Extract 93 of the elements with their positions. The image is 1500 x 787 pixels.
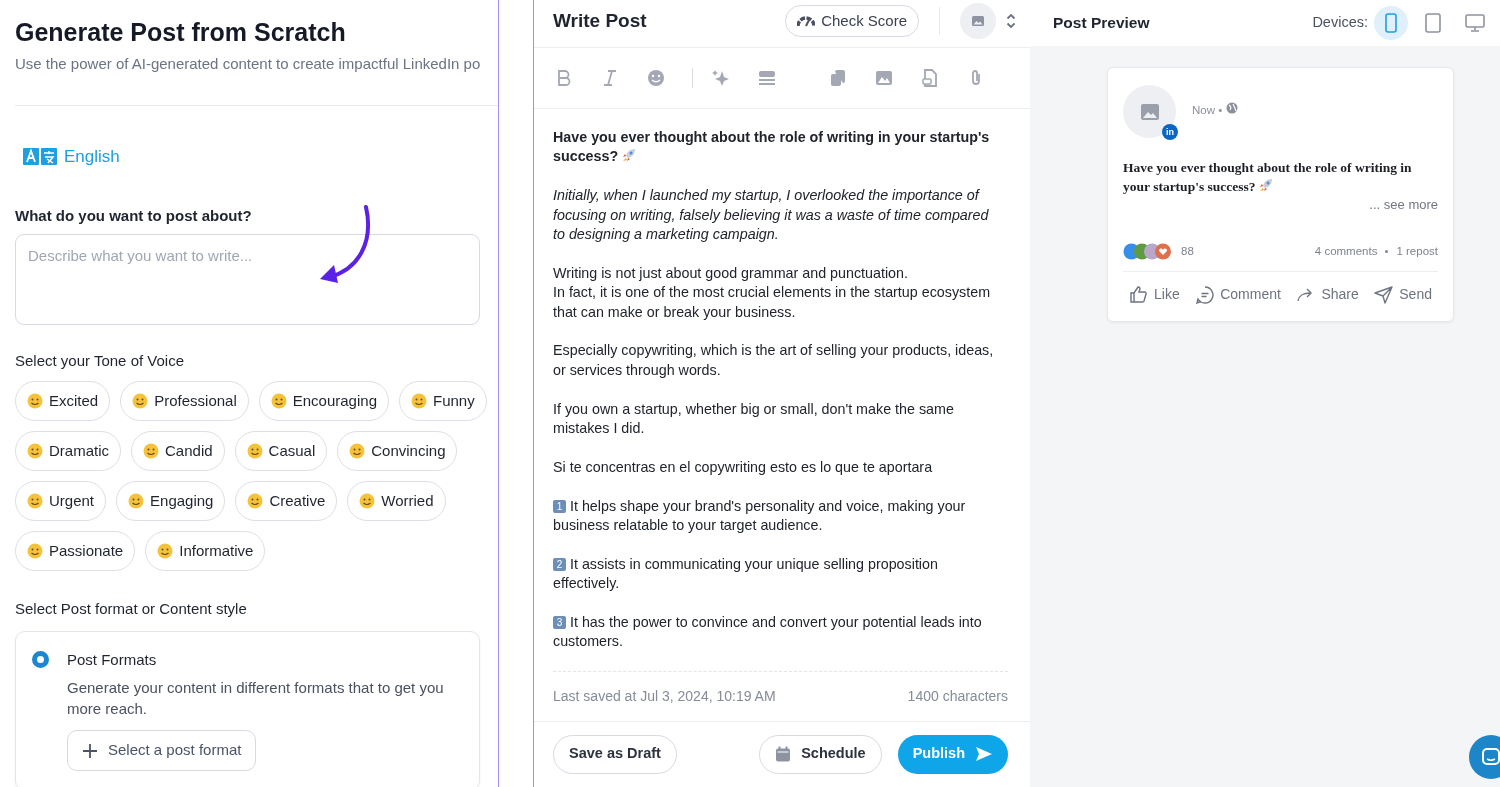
comments-count: 4 comments <box>1314 243 1378 259</box>
plus-icon <box>82 742 98 759</box>
calendar-icon <box>775 746 792 763</box>
list-number: 1 <box>553 499 566 513</box>
save-draft-button[interactable]: Save as Draft <box>553 734 677 774</box>
emoji-icon <box>359 493 376 509</box>
panel-title: Post Preview <box>1053 13 1150 34</box>
image-icon <box>1140 103 1159 120</box>
emoji-icon <box>411 393 427 409</box>
list-number: 3 <box>553 615 566 629</box>
tone-chip[interactable]: Urgent <box>15 481 107 521</box>
page-subtitle: Use the power of AI-generated content to create impactful LinkedIn po <box>15 54 482 74</box>
post-paragraph: Especially copywriting, which is the art of selling your products, ideas, or services through words. <box>553 341 995 380</box>
post-paragraph: Si te concentras en el copywriting esto es lo que te aportara <box>553 457 934 477</box>
tone-chip[interactable]: Casual <box>234 431 328 471</box>
emoji-icon <box>128 493 145 509</box>
tone-chip[interactable]: Convincing <box>337 431 458 471</box>
list-number: 2 <box>553 557 566 571</box>
topic-input[interactable]: Describe what you want to write... <box>15 233 480 325</box>
emoji-icon <box>27 493 43 509</box>
tablet-icon <box>1423 13 1443 33</box>
reactions-icon <box>1123 242 1173 260</box>
emoji-icon <box>143 443 159 459</box>
device-toggle[interactable] <box>1374 6 1408 40</box>
network-badge: in <box>1162 124 1178 140</box>
translate-icon <box>23 147 57 165</box>
emoji-icon <box>27 443 43 459</box>
post-action-button[interactable]: Comment <box>1195 279 1281 309</box>
dot-icon <box>1385 249 1389 253</box>
reactions-count: 88 <box>1181 243 1194 259</box>
copy-icon[interactable] <box>828 67 848 88</box>
tone-chip[interactable]: Dramatic <box>15 431 121 471</box>
field-label: What do you want to post about? <box>15 206 253 226</box>
tone-chip[interactable]: Candid <box>131 431 225 471</box>
character-count: 1400 characters <box>907 686 1008 706</box>
emoji-icon <box>27 393 43 409</box>
post-paragraph: Initially, when I launched my startup, I overlooked the importance of focusing on writing, falsely believing it was a waste of time compared to designing a marketing campaign. <box>553 186 990 244</box>
panel-title: Write Post <box>553 8 647 33</box>
tone-chip[interactable]: Creative <box>235 481 338 521</box>
devices-label: Devices: <box>1312 13 1368 33</box>
post-paragraph: 3 It has the power to convince and convert your potential leads into customers. <box>553 612 983 652</box>
emoji-icon <box>157 543 174 559</box>
emoji-icon <box>132 393 149 409</box>
thumbs-up-icon <box>1129 284 1148 304</box>
account-avatar[interactable] <box>960 2 996 39</box>
option-description: Generate your content in different formats that to get you more reach. <box>67 678 445 719</box>
post-action-button[interactable]: Like <box>1129 279 1180 309</box>
tone-chip[interactable]: Excited <box>15 381 111 421</box>
tone-chip[interactable]: Funny <box>399 381 487 421</box>
gauge-icon <box>797 14 816 27</box>
send-icon <box>1374 284 1394 304</box>
check-score-button[interactable]: Check Score <box>785 4 919 37</box>
monitor-icon <box>1465 13 1485 33</box>
post-paragraph: 1 It helps shape your brand's personality and voice, making your business relatable to your target audience. <box>553 496 967 535</box>
tone-chip[interactable]: Informative <box>145 531 266 571</box>
radio-button[interactable] <box>32 650 49 668</box>
post-text: Have you ever thought about the role of writing in your startup's success? <box>1123 159 1413 196</box>
schedule-button[interactable]: Schedule <box>759 734 882 774</box>
tone-chip[interactable]: Engaging <box>116 481 226 521</box>
post-time: Now • <box>1192 103 1223 118</box>
emoji-icon[interactable] <box>646 67 666 88</box>
emoji-icon <box>247 493 264 509</box>
see-more-link[interactable]: ... see more <box>1123 195 1438 215</box>
select-format-button[interactable]: Select a post format <box>67 730 257 771</box>
emoji-icon <box>349 443 366 459</box>
tone-chip[interactable]: Worried <box>347 481 446 521</box>
send-icon <box>975 746 993 763</box>
post-action-button[interactable]: Share <box>1296 279 1359 309</box>
file-icon[interactable] <box>920 67 940 88</box>
option-title: Post Formats <box>67 649 158 670</box>
page-title: Generate Post from Scratch <box>15 17 347 47</box>
tone-chip[interactable]: Professional <box>120 381 249 421</box>
post-paragraph: 2 It assists in communicating your unique selling proposition effectively. <box>553 554 939 594</box>
rocket-icon <box>1258 178 1273 192</box>
post-paragraph: Have you ever thought about the role of writing in your startup's success? <box>553 127 991 167</box>
chat-button[interactable] <box>1469 735 1500 779</box>
image-icon <box>972 15 984 26</box>
section-label: Select Post format or Content style <box>15 599 248 619</box>
section-label: Select your Tone of Voice <box>15 350 185 371</box>
chevron-updown-icon[interactable] <box>1006 12 1016 29</box>
tone-chip[interactable]: Passionate <box>15 531 136 571</box>
post-action-button[interactable]: Send <box>1374 279 1432 309</box>
comment-icon <box>1195 284 1215 304</box>
tone-chip[interactable]: Encouraging <box>258 381 389 421</box>
chat-icon <box>1481 747 1500 767</box>
emoji-icon <box>270 393 287 409</box>
emoji-icon <box>27 543 43 559</box>
reposts-count: 1 repost <box>1396 243 1438 259</box>
last-saved-text: Last saved at Jul 3, 2024, 10:19 AM <box>553 686 776 706</box>
emoji-icon <box>246 443 263 459</box>
post-paragraph: Writing is not just about good grammar and punctuation. In fact, it is one of the most crucial elements in the startup ecosystem that can make or break your business. <box>553 263 992 322</box>
post-paragraph: If you own a startup, whether big or small, don't make the same mistakes I did. <box>553 399 955 438</box>
globe-icon <box>1226 102 1239 114</box>
